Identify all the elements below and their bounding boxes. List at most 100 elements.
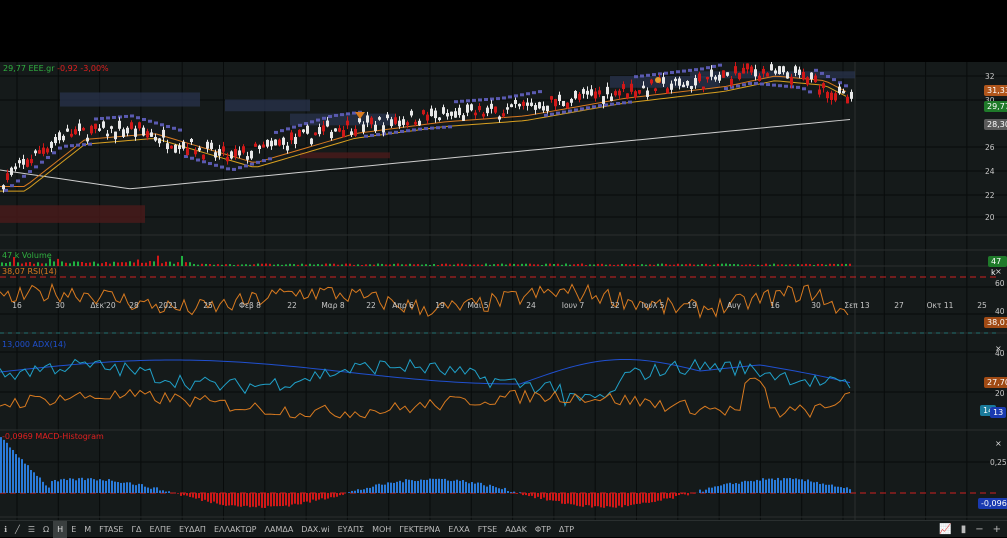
toolbar-symbol[interactable]: ΕΛΛΑΚΤΩΡ — [210, 521, 261, 538]
sar-dot — [550, 113, 554, 116]
macd-bar — [537, 493, 539, 497]
volume-bar — [161, 263, 163, 266]
volume-bar — [9, 262, 11, 266]
macd-bar — [444, 479, 446, 493]
sar-dot — [238, 166, 242, 169]
toolbar-symbol[interactable]: ΜΟΗ — [368, 521, 395, 538]
toolbar-symbol[interactable]: Ε — [67, 521, 80, 538]
macd-bar — [660, 493, 662, 501]
toolbar-symbol[interactable]: ΓΕΚΤΕΡΝΑ — [395, 521, 444, 538]
candle — [802, 72, 805, 80]
toolbar-symbol[interactable]: ΕΛΠΕ — [145, 521, 175, 538]
candle — [838, 87, 841, 94]
candle — [130, 122, 133, 129]
macd-bar — [768, 479, 770, 493]
macd-bar — [843, 488, 845, 493]
volume-bar — [613, 265, 615, 266]
sar-dot — [262, 159, 266, 162]
date-tick: Αυγ — [727, 301, 741, 310]
candle — [466, 105, 469, 113]
volume-bar — [105, 262, 107, 266]
volume-bar — [529, 264, 531, 266]
draw-line-icon[interactable]: ╱ — [11, 521, 24, 538]
bottom-toolbar: ℹ ╱ ☰ ΩΗΕΜFTASEΓΔΕΛΠΕΕΥΔΑΠΕΛΛΑΚΤΩΡΛΑΜΔΑD… — [0, 520, 1007, 537]
macd-bar — [783, 478, 785, 493]
toolbar-symbol[interactable]: ΓΔ — [128, 521, 146, 538]
toolbar-symbol[interactable]: Μ — [80, 521, 95, 538]
macd-bar — [588, 493, 590, 505]
chart-area[interactable]: 29,77 EEE.gr -0,92 -3,00% 32 30 26 24 22… — [0, 62, 1007, 520]
macd-bar — [426, 480, 428, 493]
candle — [602, 96, 605, 104]
volume-bar — [409, 264, 411, 266]
toolbar-symbol[interactable]: ΔΤΡ — [555, 521, 578, 538]
candle — [622, 84, 625, 89]
sar-dot — [256, 161, 260, 164]
toolbar-symbol[interactable]: Η — [53, 521, 67, 538]
candle — [186, 148, 189, 155]
macd-bar — [432, 479, 434, 493]
sar-dot — [4, 189, 8, 192]
candle — [422, 110, 425, 114]
macd-bar — [390, 483, 392, 493]
chart-canvas[interactable] — [0, 62, 1007, 520]
volume-bar — [325, 264, 327, 266]
toolbar-symbol[interactable]: ΕΛΧΑ — [444, 521, 473, 538]
close-rsi-icon[interactable]: × — [995, 267, 1002, 276]
sar-dot — [706, 66, 710, 69]
volume-bar — [257, 264, 259, 266]
macd-bar — [0, 437, 2, 493]
macd-bar — [717, 486, 719, 493]
volume-bar — [213, 265, 215, 266]
volume-bar — [377, 264, 379, 266]
macd-bar — [243, 493, 245, 506]
toolbar-symbol[interactable]: FTASE — [95, 521, 127, 538]
candle — [126, 128, 129, 134]
zoom-out-button[interactable]: − — [975, 524, 983, 535]
sar-dot — [478, 98, 482, 101]
candle — [610, 96, 613, 100]
toolbar-symbol[interactable]: ΦΤΡ — [531, 521, 555, 538]
sar-dot — [28, 170, 32, 173]
macd-bar — [657, 493, 659, 501]
macd-bar — [831, 485, 833, 493]
candle — [110, 126, 113, 129]
candle — [90, 126, 93, 134]
toolbar-symbol[interactable]: ΕΥΑΠΣ — [334, 521, 368, 538]
macd-bar — [540, 493, 542, 499]
candle — [850, 92, 853, 99]
toolbar-symbol[interactable]: FTSE — [474, 521, 501, 538]
volume-bar — [753, 265, 755, 266]
toolbar-symbol[interactable]: ΑΔΑΚ — [501, 521, 531, 538]
close-macd-icon[interactable]: × — [995, 439, 1002, 448]
macd-bar — [477, 483, 479, 493]
toolbar-symbol[interactable]: ΛΑΜΔΑ — [261, 521, 298, 538]
macd-bar — [327, 493, 329, 499]
toolbar-symbol[interactable]: Ω — [39, 521, 53, 538]
candle — [82, 128, 85, 130]
volume-bar — [609, 264, 611, 266]
grid-lines-icon[interactable]: ☰ — [24, 521, 39, 538]
candle — [522, 102, 525, 106]
bar-chart-icon[interactable]: ▮ — [961, 524, 967, 535]
volume-bar — [589, 264, 591, 266]
sar-dot — [622, 101, 626, 104]
toolbar-symbol[interactable]: ΕΥΔΑΠ — [175, 521, 210, 538]
chart-type-icon[interactable]: 📈 — [939, 524, 951, 535]
macd-bar — [153, 487, 155, 493]
sar-dot — [214, 164, 218, 167]
volume-bar — [677, 264, 679, 266]
toolbar-symbol[interactable]: DAX.wi — [297, 521, 333, 538]
sar-dot — [826, 75, 830, 78]
candle — [578, 94, 581, 100]
zoom-in-button[interactable]: + — [993, 524, 1001, 535]
volume-bar — [749, 264, 751, 266]
candle — [314, 133, 317, 136]
volume-bar — [541, 265, 543, 266]
candle — [718, 75, 721, 81]
volume-bar — [117, 263, 119, 266]
candle — [670, 84, 673, 90]
info-icon[interactable]: ℹ — [0, 521, 11, 538]
macd-bar — [732, 484, 734, 493]
macd-bar — [819, 484, 821, 493]
